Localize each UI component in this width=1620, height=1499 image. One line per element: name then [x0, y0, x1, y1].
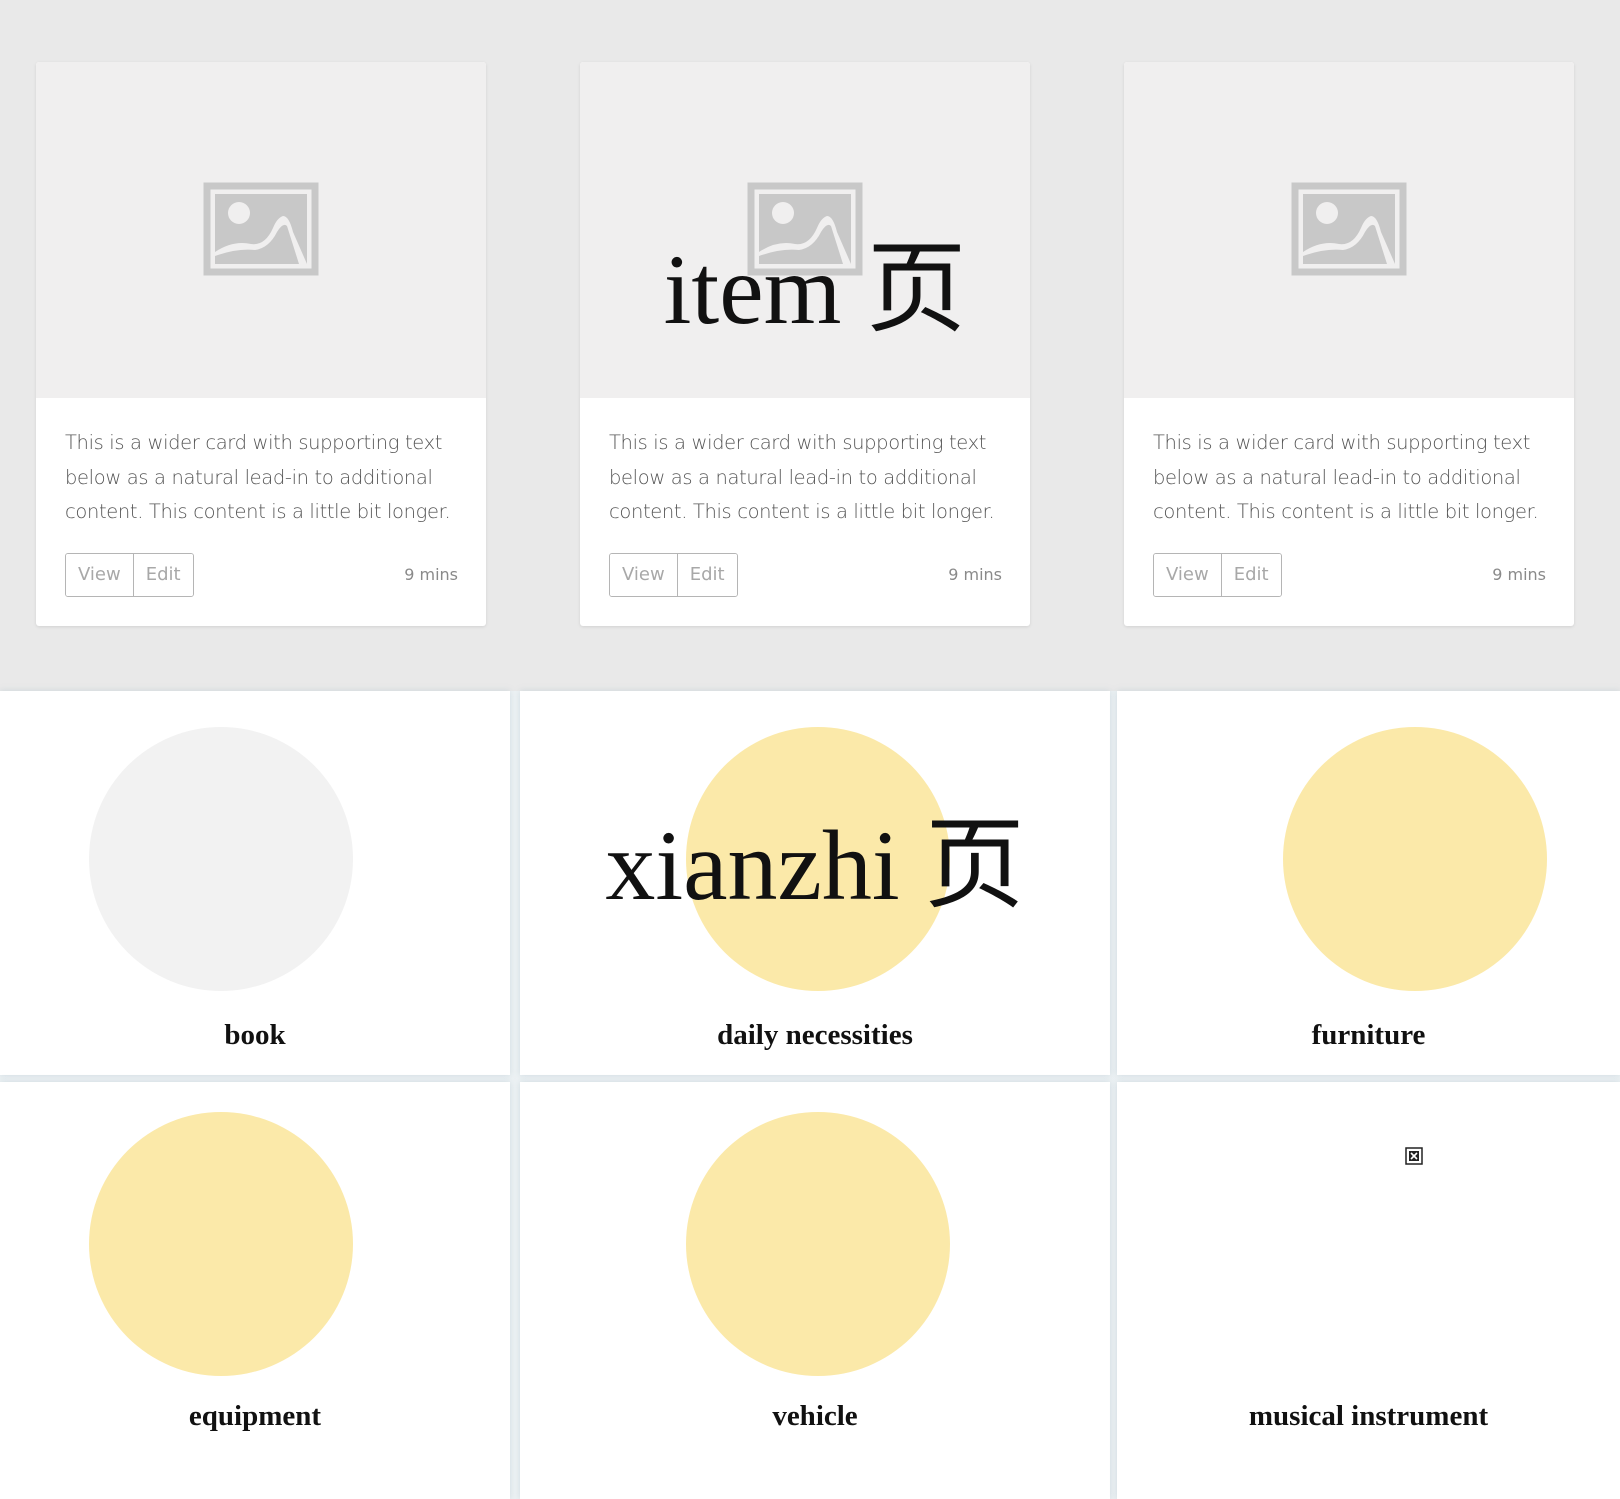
album-card: This is a wider card with supporting tex… — [1124, 62, 1574, 626]
category-tile-furniture[interactable]: furniture — [1117, 691, 1620, 1075]
image-placeholder-icon — [1291, 182, 1407, 276]
category-image — [686, 1112, 950, 1376]
category-label: equipment — [188, 1400, 322, 1432]
card-button-group: View Edit — [65, 553, 194, 597]
card-button-group: View Edit — [609, 553, 738, 597]
edit-button[interactable]: Edit — [676, 554, 737, 596]
category-label: daily necessities — [717, 1019, 913, 1051]
category-tile-daily-necessities[interactable]: xianzhi 页 daily necessities — [520, 691, 1110, 1075]
view-button[interactable]: View — [610, 554, 677, 596]
card-thumbnail — [1124, 62, 1574, 398]
album-card: item 页 This is a wider card with support… — [580, 62, 1030, 626]
broken-image-icon — [1405, 1147, 1423, 1165]
image-placeholder-icon — [203, 182, 319, 276]
category-image — [89, 727, 353, 991]
category-tile-musical-instrument[interactable]: musical instrument — [1117, 1082, 1620, 1499]
view-button[interactable]: View — [66, 554, 133, 596]
card-time: 9 mins — [404, 565, 458, 584]
card-text: This is a wider card with supporting tex… — [609, 431, 995, 523]
card-overlay-title: item 页 — [663, 234, 967, 345]
card-time: 9 mins — [1492, 565, 1546, 584]
category-tile-equipment[interactable]: equipment — [0, 1082, 510, 1499]
category-label: musical instrument — [1248, 1400, 1489, 1432]
category-label: book — [224, 1019, 286, 1051]
card-text: This is a wider card with supporting tex… — [1153, 431, 1539, 523]
album-card: This is a wider card with supporting tex… — [36, 62, 486, 626]
category-image — [89, 1112, 353, 1376]
category-tile-book[interactable]: book — [0, 691, 510, 1075]
album-section: This is a wider card with supporting tex… — [0, 0, 1620, 691]
card-button-group: View Edit — [1153, 553, 1282, 597]
edit-button[interactable]: Edit — [1220, 554, 1281, 596]
edit-button[interactable]: Edit — [132, 554, 193, 596]
category-grid: book xianzhi 页 daily necessities furnitu… — [0, 691, 1620, 1499]
card-time: 9 mins — [948, 565, 1002, 584]
category-label: furniture — [1311, 1019, 1426, 1051]
card-thumbnail: item 页 — [580, 62, 1030, 398]
category-label: vehicle — [772, 1400, 858, 1432]
view-button[interactable]: View — [1154, 554, 1221, 596]
category-overlay-title: xianzhi 页 — [605, 810, 1025, 921]
card-thumbnail — [36, 62, 486, 398]
category-tile-vehicle[interactable]: vehicle — [520, 1082, 1110, 1499]
card-text: This is a wider card with supporting tex… — [65, 431, 451, 523]
category-image — [1283, 727, 1547, 991]
